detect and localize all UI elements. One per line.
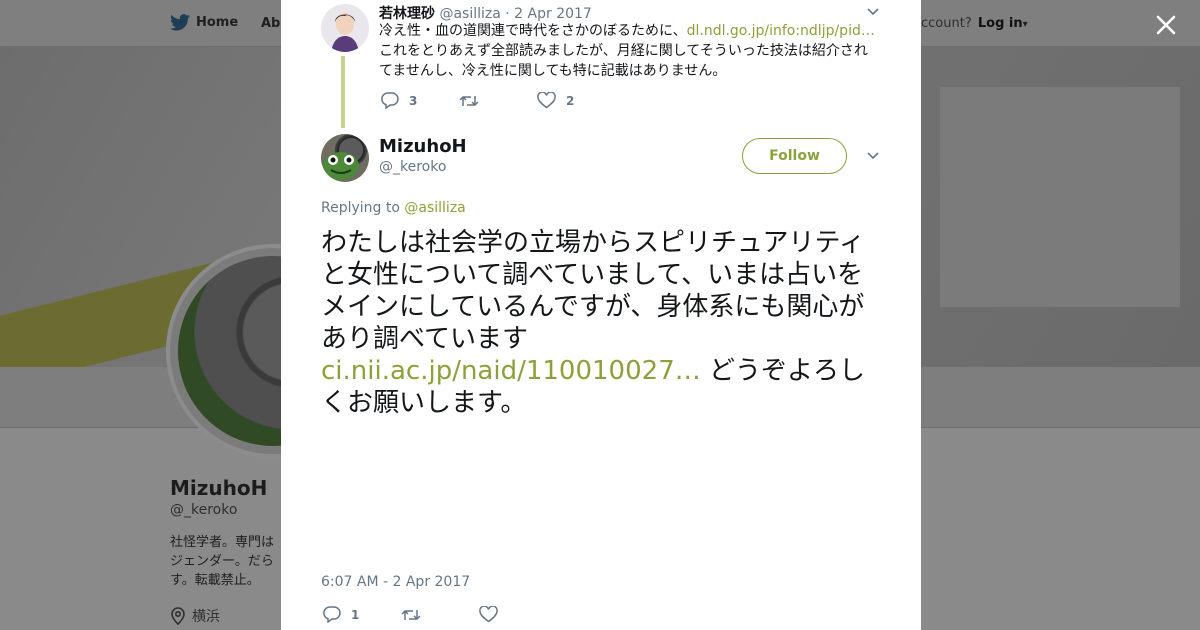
heart-icon (479, 606, 498, 623)
profile-name: MizuhoH (170, 476, 268, 500)
reply-icon (323, 606, 341, 623)
profile-handle: @_keroko (170, 502, 238, 518)
twitter-bird-icon (170, 14, 190, 31)
main-tweet-link[interactable]: ci.nii.ac.jp/naid/110010027… (321, 356, 701, 386)
close-icon[interactable] (1150, 9, 1182, 41)
parent-text-part1: 冷え性・血の道関連で時代をさかのぼるために、 (379, 23, 687, 39)
main-retweet-button[interactable] (401, 607, 479, 623)
chevron-down-icon[interactable] (865, 150, 881, 162)
thread-connector-line (341, 56, 345, 128)
main-author-handle[interactable]: @_keroko (379, 159, 446, 175)
parent-like-count: 2 (566, 93, 575, 108)
heart-icon (537, 92, 556, 109)
parent-reply-count: 3 (409, 93, 418, 108)
parent-tweet-actions: 3 2 (381, 92, 615, 109)
main-reply-button[interactable]: 1 (323, 606, 401, 623)
main-tweet-avatar[interactable] (321, 134, 369, 182)
tweet-timestamp[interactable]: 6:07 AM - 2 Apr 2017 (321, 574, 470, 590)
login-caret-icon: ▾ (1022, 19, 1028, 30)
main-tweet-text: わたしは社会学の立場からスピリチュアリティと女性について調べていまして、いまは占… (321, 227, 869, 419)
replying-to-line: Replying to @asilliza (321, 200, 466, 216)
profile-location-label: 横浜 (192, 609, 220, 625)
replying-handle-link[interactable]: @asilliza (404, 200, 465, 216)
main-like-button[interactable] (479, 606, 557, 623)
parent-tweet-header: 若林理砂 @asilliza · 2 Apr 2017 (379, 3, 592, 23)
location-pin-icon (171, 607, 185, 625)
chevron-down-icon[interactable] (865, 6, 881, 18)
account-prompt: ccount? (921, 16, 972, 31)
main-reply-count: 1 (351, 607, 360, 622)
parent-tweet-date[interactable]: · 2 Apr 2017 (505, 6, 592, 22)
profile-bio: 社怪学者。専門は ジェンダー。だら す。転載禁止。 (170, 535, 275, 588)
profile-location: 横浜 (170, 606, 220, 626)
replying-prefix: Replying to (321, 200, 405, 216)
parent-author-handle[interactable]: @asilliza (439, 6, 500, 22)
follow-button[interactable]: Follow (742, 138, 847, 174)
retweet-icon (401, 609, 421, 620)
main-author-name[interactable]: MizuhoH (379, 136, 467, 157)
parent-retweet-button[interactable] (459, 93, 537, 109)
retweet-icon (459, 95, 479, 106)
parent-reply-button[interactable]: 3 (381, 92, 459, 109)
parent-tweet-text: 冷え性・血の道関連で時代をさかのぼるために、dl.ndl.go.jp/info:… (379, 21, 879, 81)
main-tweet-actions: 1 (323, 606, 557, 623)
login-link[interactable]: Log in (978, 16, 1023, 31)
reply-icon (381, 92, 399, 109)
nav-home-label: Home (196, 15, 239, 30)
parent-text-part2: これをとりあえず全部読みましたが、月経に関してそういった技法は紹介されてませんし… (379, 43, 868, 79)
nav-account-area: ccount? Log in▾ (921, 16, 1028, 31)
nav-home-link[interactable]: Home (170, 14, 238, 31)
main-text-part1: わたしは社会学の立場からスピリチュアリティと女性について調べていまして、いまは占… (321, 228, 865, 354)
parent-tweet-link[interactable]: dl.ndl.go.jp/info:ndljp/pid… (687, 23, 875, 39)
tweet-modal: 若林理砂 @asilliza · 2 Apr 2017 冷え性・血の道関連で時代… (281, 0, 921, 630)
parent-author-name[interactable]: 若林理砂 (379, 6, 435, 22)
parent-tweet-avatar[interactable] (321, 4, 369, 52)
parent-like-button[interactable]: 2 (537, 92, 615, 109)
